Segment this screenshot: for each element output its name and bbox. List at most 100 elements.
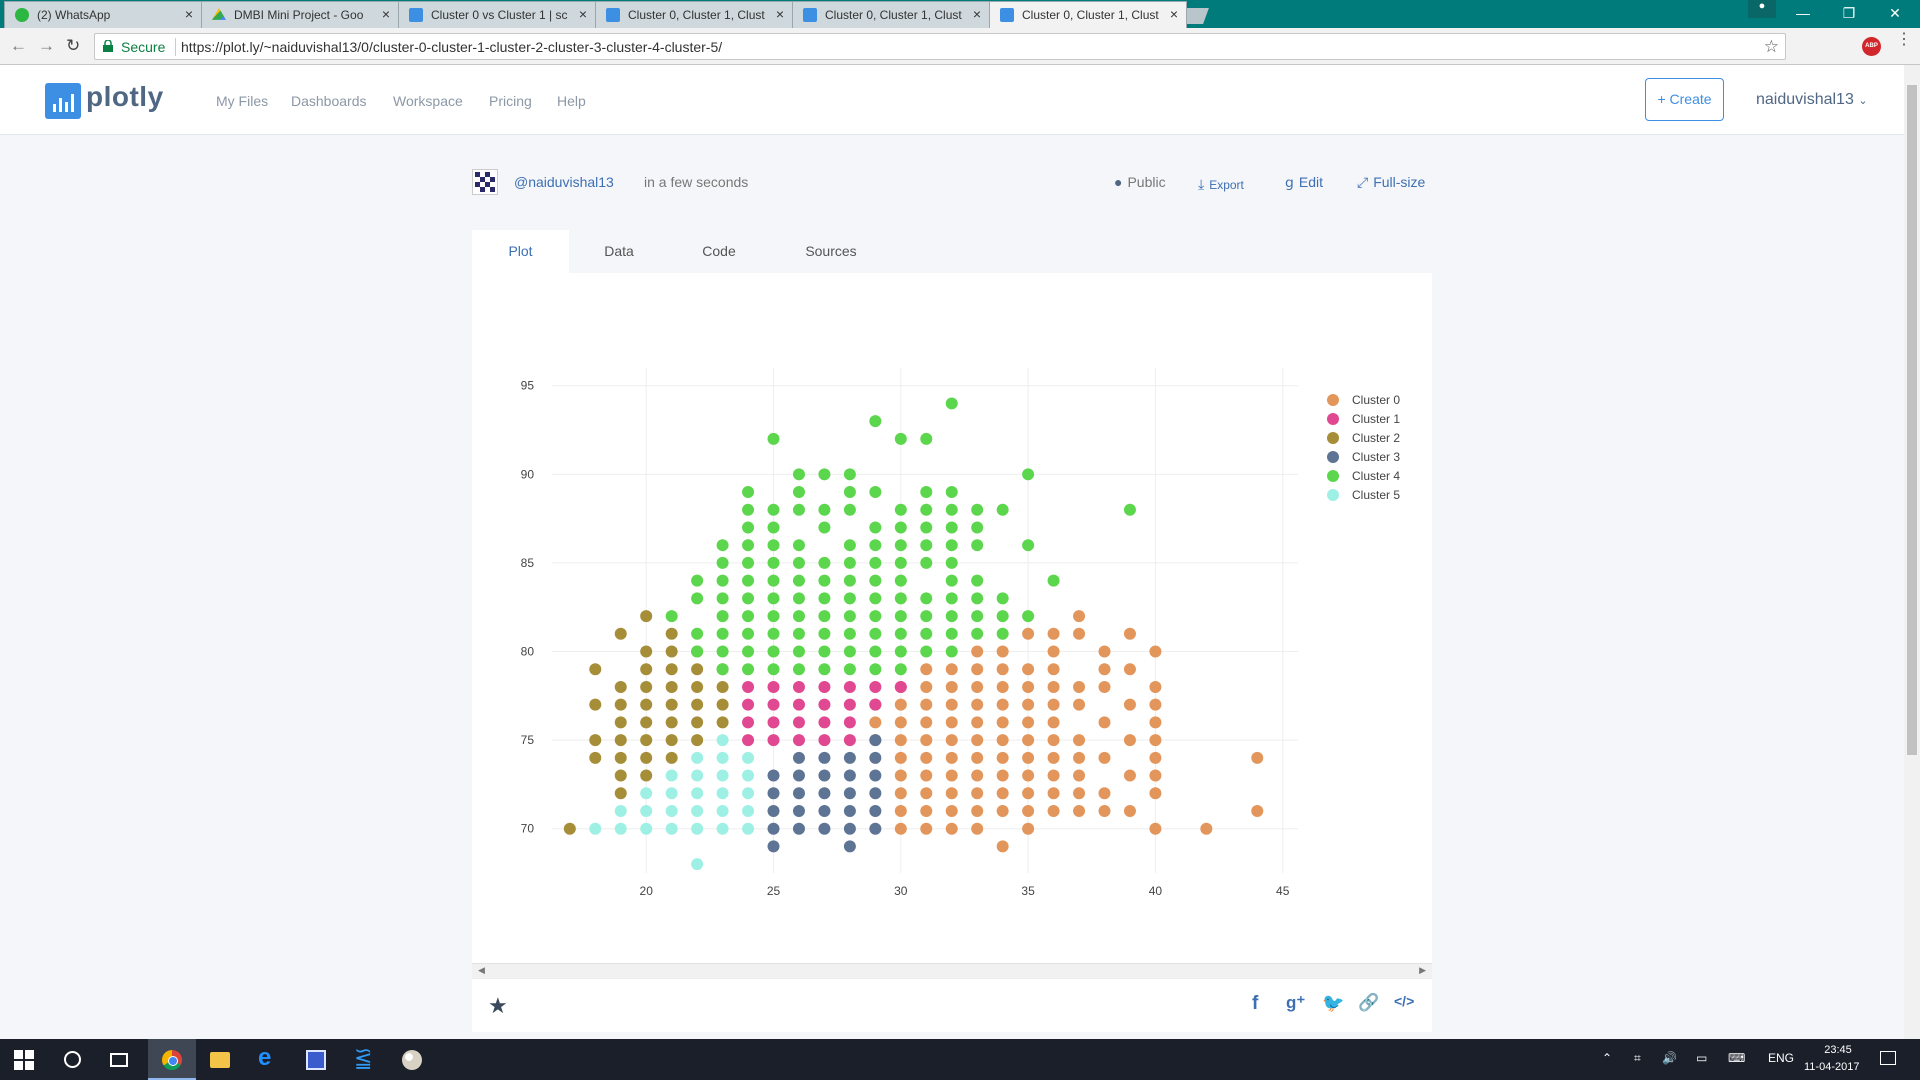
data-point[interactable] — [614, 751, 627, 764]
data-point[interactable] — [1047, 804, 1060, 817]
data-point[interactable] — [589, 822, 602, 835]
data-point[interactable] — [614, 787, 627, 800]
data-point[interactable] — [945, 574, 958, 587]
data-point[interactable] — [945, 787, 958, 800]
data-point[interactable] — [920, 751, 933, 764]
data-point[interactable] — [767, 592, 780, 605]
data-point[interactable] — [843, 787, 856, 800]
data-point[interactable] — [971, 539, 984, 552]
data-point[interactable] — [792, 698, 805, 711]
data-point[interactable] — [894, 751, 907, 764]
data-point[interactable] — [894, 804, 907, 817]
browser-tab[interactable]: (2) WhatsApp × — [4, 1, 202, 28]
data-point[interactable] — [996, 734, 1009, 747]
data-point[interactable] — [640, 822, 653, 835]
data-point[interactable] — [640, 698, 653, 711]
data-point[interactable] — [691, 698, 704, 711]
data-point[interactable] — [691, 751, 704, 764]
data-point[interactable] — [1047, 645, 1060, 658]
data-point[interactable] — [996, 610, 1009, 623]
data-point[interactable] — [614, 804, 627, 817]
data-point[interactable] — [792, 663, 805, 676]
legend-marker[interactable] — [1327, 489, 1339, 501]
browser-tab[interactable]: DMBI Mini Project - Goo × — [201, 1, 399, 28]
data-point[interactable] — [742, 716, 755, 729]
data-point[interactable] — [920, 645, 933, 658]
data-point[interactable] — [1123, 503, 1136, 516]
data-point[interactable] — [971, 592, 984, 605]
forward-icon[interactable]: → — [38, 36, 55, 56]
legend-label[interactable]: Cluster 5 — [1352, 488, 1400, 502]
data-point[interactable] — [767, 822, 780, 835]
data-point[interactable] — [614, 822, 627, 835]
data-point[interactable] — [818, 804, 831, 817]
data-point[interactable] — [945, 698, 958, 711]
data-point[interactable] — [869, 787, 882, 800]
data-point[interactable] — [716, 592, 729, 605]
author-avatar[interactable] — [472, 169, 498, 195]
data-point[interactable] — [742, 663, 755, 676]
data-point[interactable] — [869, 663, 882, 676]
data-point[interactable] — [1149, 716, 1162, 729]
data-point[interactable] — [843, 486, 856, 499]
data-point[interactable] — [767, 574, 780, 587]
data-point[interactable] — [716, 716, 729, 729]
data-point[interactable] — [869, 556, 882, 569]
tab-plot[interactable]: Plot — [472, 230, 569, 273]
data-point[interactable] — [894, 822, 907, 835]
data-point[interactable] — [716, 574, 729, 587]
taskbar-chrome[interactable] — [148, 1039, 196, 1080]
chrome-menu-icon[interactable]: ⋮ — [1896, 32, 1912, 48]
data-point[interactable] — [843, 610, 856, 623]
data-point[interactable] — [716, 556, 729, 569]
data-point[interactable] — [996, 716, 1009, 729]
data-point[interactable] — [843, 680, 856, 693]
data-point[interactable] — [843, 539, 856, 552]
data-point[interactable] — [1149, 787, 1162, 800]
data-point[interactable] — [1149, 680, 1162, 693]
data-point[interactable] — [843, 645, 856, 658]
data-point[interactable] — [1047, 734, 1060, 747]
data-point[interactable] — [792, 804, 805, 817]
tab-data[interactable]: Data — [569, 230, 669, 273]
data-point[interactable] — [716, 804, 729, 817]
data-point[interactable] — [869, 574, 882, 587]
data-point[interactable] — [1022, 716, 1035, 729]
data-point[interactable] — [1022, 698, 1035, 711]
data-point[interactable] — [767, 698, 780, 711]
data-point[interactable] — [792, 716, 805, 729]
data-point[interactable] — [716, 822, 729, 835]
data-point[interactable] — [792, 645, 805, 658]
data-point[interactable] — [971, 645, 984, 658]
data-point[interactable] — [843, 716, 856, 729]
data-point[interactable] — [818, 556, 831, 569]
data-point[interactable] — [1047, 574, 1060, 587]
data-point[interactable] — [792, 787, 805, 800]
data-point[interactable] — [767, 645, 780, 658]
data-point[interactable] — [996, 751, 1009, 764]
data-point[interactable] — [971, 787, 984, 800]
data-point[interactable] — [1047, 680, 1060, 693]
data-point[interactable] — [843, 468, 856, 481]
fullsize-button[interactable]: ⤢ Full-size — [1357, 174, 1425, 191]
data-point[interactable] — [742, 645, 755, 658]
data-point[interactable] — [818, 698, 831, 711]
data-point[interactable] — [640, 787, 653, 800]
data-point[interactable] — [716, 769, 729, 782]
data-point[interactable] — [1022, 627, 1035, 640]
data-point[interactable] — [920, 663, 933, 676]
search-button[interactable] — [48, 1039, 96, 1080]
data-point[interactable] — [920, 503, 933, 516]
nav-pricing[interactable]: Pricing — [489, 93, 532, 109]
data-point[interactable] — [996, 663, 1009, 676]
data-point[interactable] — [818, 574, 831, 587]
data-point[interactable] — [563, 822, 576, 835]
legend-label[interactable]: Cluster 2 — [1352, 431, 1400, 445]
data-point[interactable] — [792, 556, 805, 569]
facebook-icon[interactable]: f — [1252, 993, 1258, 1015]
notification-icon[interactable] — [1880, 1051, 1896, 1065]
data-point[interactable] — [1123, 734, 1136, 747]
data-point[interactable] — [869, 734, 882, 747]
data-point[interactable] — [843, 698, 856, 711]
data-point[interactable] — [1073, 610, 1086, 623]
